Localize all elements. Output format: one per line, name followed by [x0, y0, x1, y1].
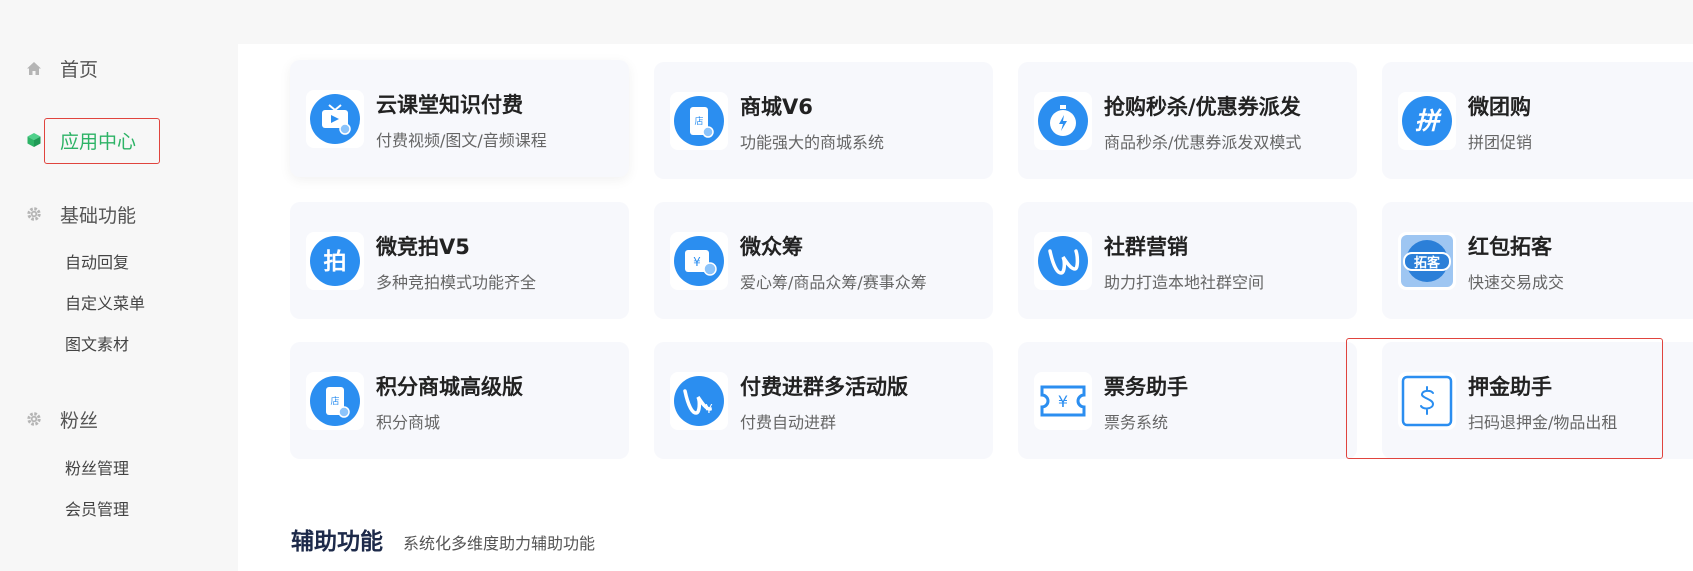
sidebar-item-label: 首页 [60, 58, 99, 81]
svg-text:¥: ¥ [693, 255, 701, 269]
main-panel: 云课堂知识付费 付费视频/图文/音频课程 店 商城V6 功能强大的商城系统 抢购… [238, 44, 1693, 571]
sidebar-item-label: 基础功能 [60, 204, 137, 227]
sidebar-item-label: 应用中心 [60, 130, 137, 153]
app-desc: 票务系统 [1104, 413, 1169, 432]
paid-group-icon: ¥ [670, 372, 728, 430]
app-card[interactable]: ¥ 票务助手 票务系统 [1018, 342, 1357, 459]
app-desc: 助力打造本地社群空间 [1104, 273, 1265, 292]
svg-text:店: 店 [330, 395, 339, 407]
community-icon [1034, 232, 1092, 290]
app-desc: 多种竞拍模式功能齐全 [376, 273, 537, 292]
group-buy-icon: 拼 [1398, 92, 1456, 150]
sidebar: 首页 应用中心 基础功能 自动回复 自定义菜单 图文素材 粉丝 粉丝管理 会员管… [0, 0, 238, 571]
ticket-icon: ¥ [1034, 372, 1092, 430]
app-card[interactable]: 店 商城V6 功能强大的商城系统 [654, 62, 993, 179]
sidebar-item-basic[interactable]: 基础功能 [0, 198, 238, 230]
sidebar-subitem-auto-reply[interactable]: 自动回复 [65, 249, 129, 273]
app-desc: 付费自动进群 [740, 413, 837, 432]
svg-text:拓客: 拓客 [1414, 255, 1441, 271]
app-card[interactable]: 社群营销 助力打造本地社群空间 [1018, 202, 1357, 319]
app-title: 微竞拍V5 [376, 235, 470, 259]
app-title: 红包拓客 [1468, 235, 1552, 259]
svg-text:店: 店 [694, 115, 703, 127]
app-card[interactable]: 拓客 红包拓客 快速交易成交 [1382, 202, 1693, 319]
shop-phone-icon: 店 [670, 92, 728, 150]
app-card[interactable]: ¥ 付费进群多活动版 付费自动进群 [654, 342, 993, 459]
app-desc: 功能强大的商城系统 [740, 133, 885, 152]
app-title: 付费进群多活动版 [740, 375, 908, 399]
home-icon [26, 60, 42, 76]
app-desc: 积分商城 [376, 413, 441, 432]
app-title: 社群营销 [1104, 235, 1188, 259]
stopwatch-icon [1034, 92, 1092, 150]
section-title: 辅助功能 [291, 529, 383, 555]
app-title: 云课堂知识付费 [376, 93, 523, 117]
sidebar-subitem-media[interactable]: 图文素材 [65, 331, 129, 355]
svg-text:¥: ¥ [705, 402, 713, 416]
crowdfunding-icon: ¥ [670, 232, 728, 290]
sidebar-subitem-member-manage[interactable]: 会员管理 [65, 496, 129, 520]
auction-icon: 拍 [306, 232, 364, 290]
app-card[interactable]: 云课堂知识付费 付费视频/图文/音频课程 [290, 60, 629, 177]
sidebar-item-fans[interactable]: 粉丝 [0, 403, 238, 435]
selection-highlight [1346, 338, 1663, 459]
tv-course-icon [306, 90, 364, 148]
app-card[interactable]: 店 积分商城高级版 积分商城 [290, 342, 629, 459]
app-title: 微众筹 [740, 235, 803, 259]
app-title: 抢购秒杀/优惠券派发 [1104, 95, 1301, 119]
app-desc: 快速交易成交 [1468, 273, 1565, 292]
gear-icon [26, 411, 42, 427]
section-subtitle: 系统化多维度助力辅助功能 [403, 534, 596, 553]
app-title: 微团购 [1468, 95, 1531, 119]
app-desc: 拼团促销 [1468, 133, 1533, 152]
sidebar-item-app-center[interactable]: 应用中心 [0, 122, 238, 158]
app-card[interactable]: ¥ 微众筹 爱心筹/商品众筹/赛事众筹 [654, 202, 993, 319]
app-card[interactable]: 拼 微团购 拼团促销 [1382, 62, 1693, 179]
points-shop-icon: 店 [306, 372, 364, 430]
svg-text:拍: 拍 [324, 249, 347, 275]
app-title: 票务助手 [1104, 375, 1188, 399]
app-card[interactable]: 抢购秒杀/优惠券派发 商品秒杀/优惠券派发双模式 [1018, 62, 1357, 179]
sidebar-subitem-fans-manage[interactable]: 粉丝管理 [65, 455, 129, 479]
app-desc: 付费视频/图文/音频课程 [376, 131, 547, 150]
svg-text:¥: ¥ [1058, 392, 1068, 411]
app-desc: 商品秒杀/优惠券派发双模式 [1104, 133, 1302, 152]
red-packet-icon: 拓客 [1398, 232, 1456, 290]
sidebar-item-label: 粉丝 [60, 409, 99, 432]
sidebar-subitem-custom-menu[interactable]: 自定义菜单 [65, 290, 145, 314]
svg-text:拼: 拼 [1415, 107, 1442, 135]
cube-icon [26, 132, 42, 148]
app-card[interactable]: 拍 微竞拍V5 多种竞拍模式功能齐全 [290, 202, 629, 319]
app-title: 积分商城高级版 [376, 375, 523, 399]
app-title: 商城V6 [740, 95, 813, 119]
gear-icon [26, 206, 42, 222]
sidebar-item-home[interactable]: 首页 [0, 52, 238, 84]
app-desc: 爱心筹/商品众筹/赛事众筹 [740, 273, 927, 292]
